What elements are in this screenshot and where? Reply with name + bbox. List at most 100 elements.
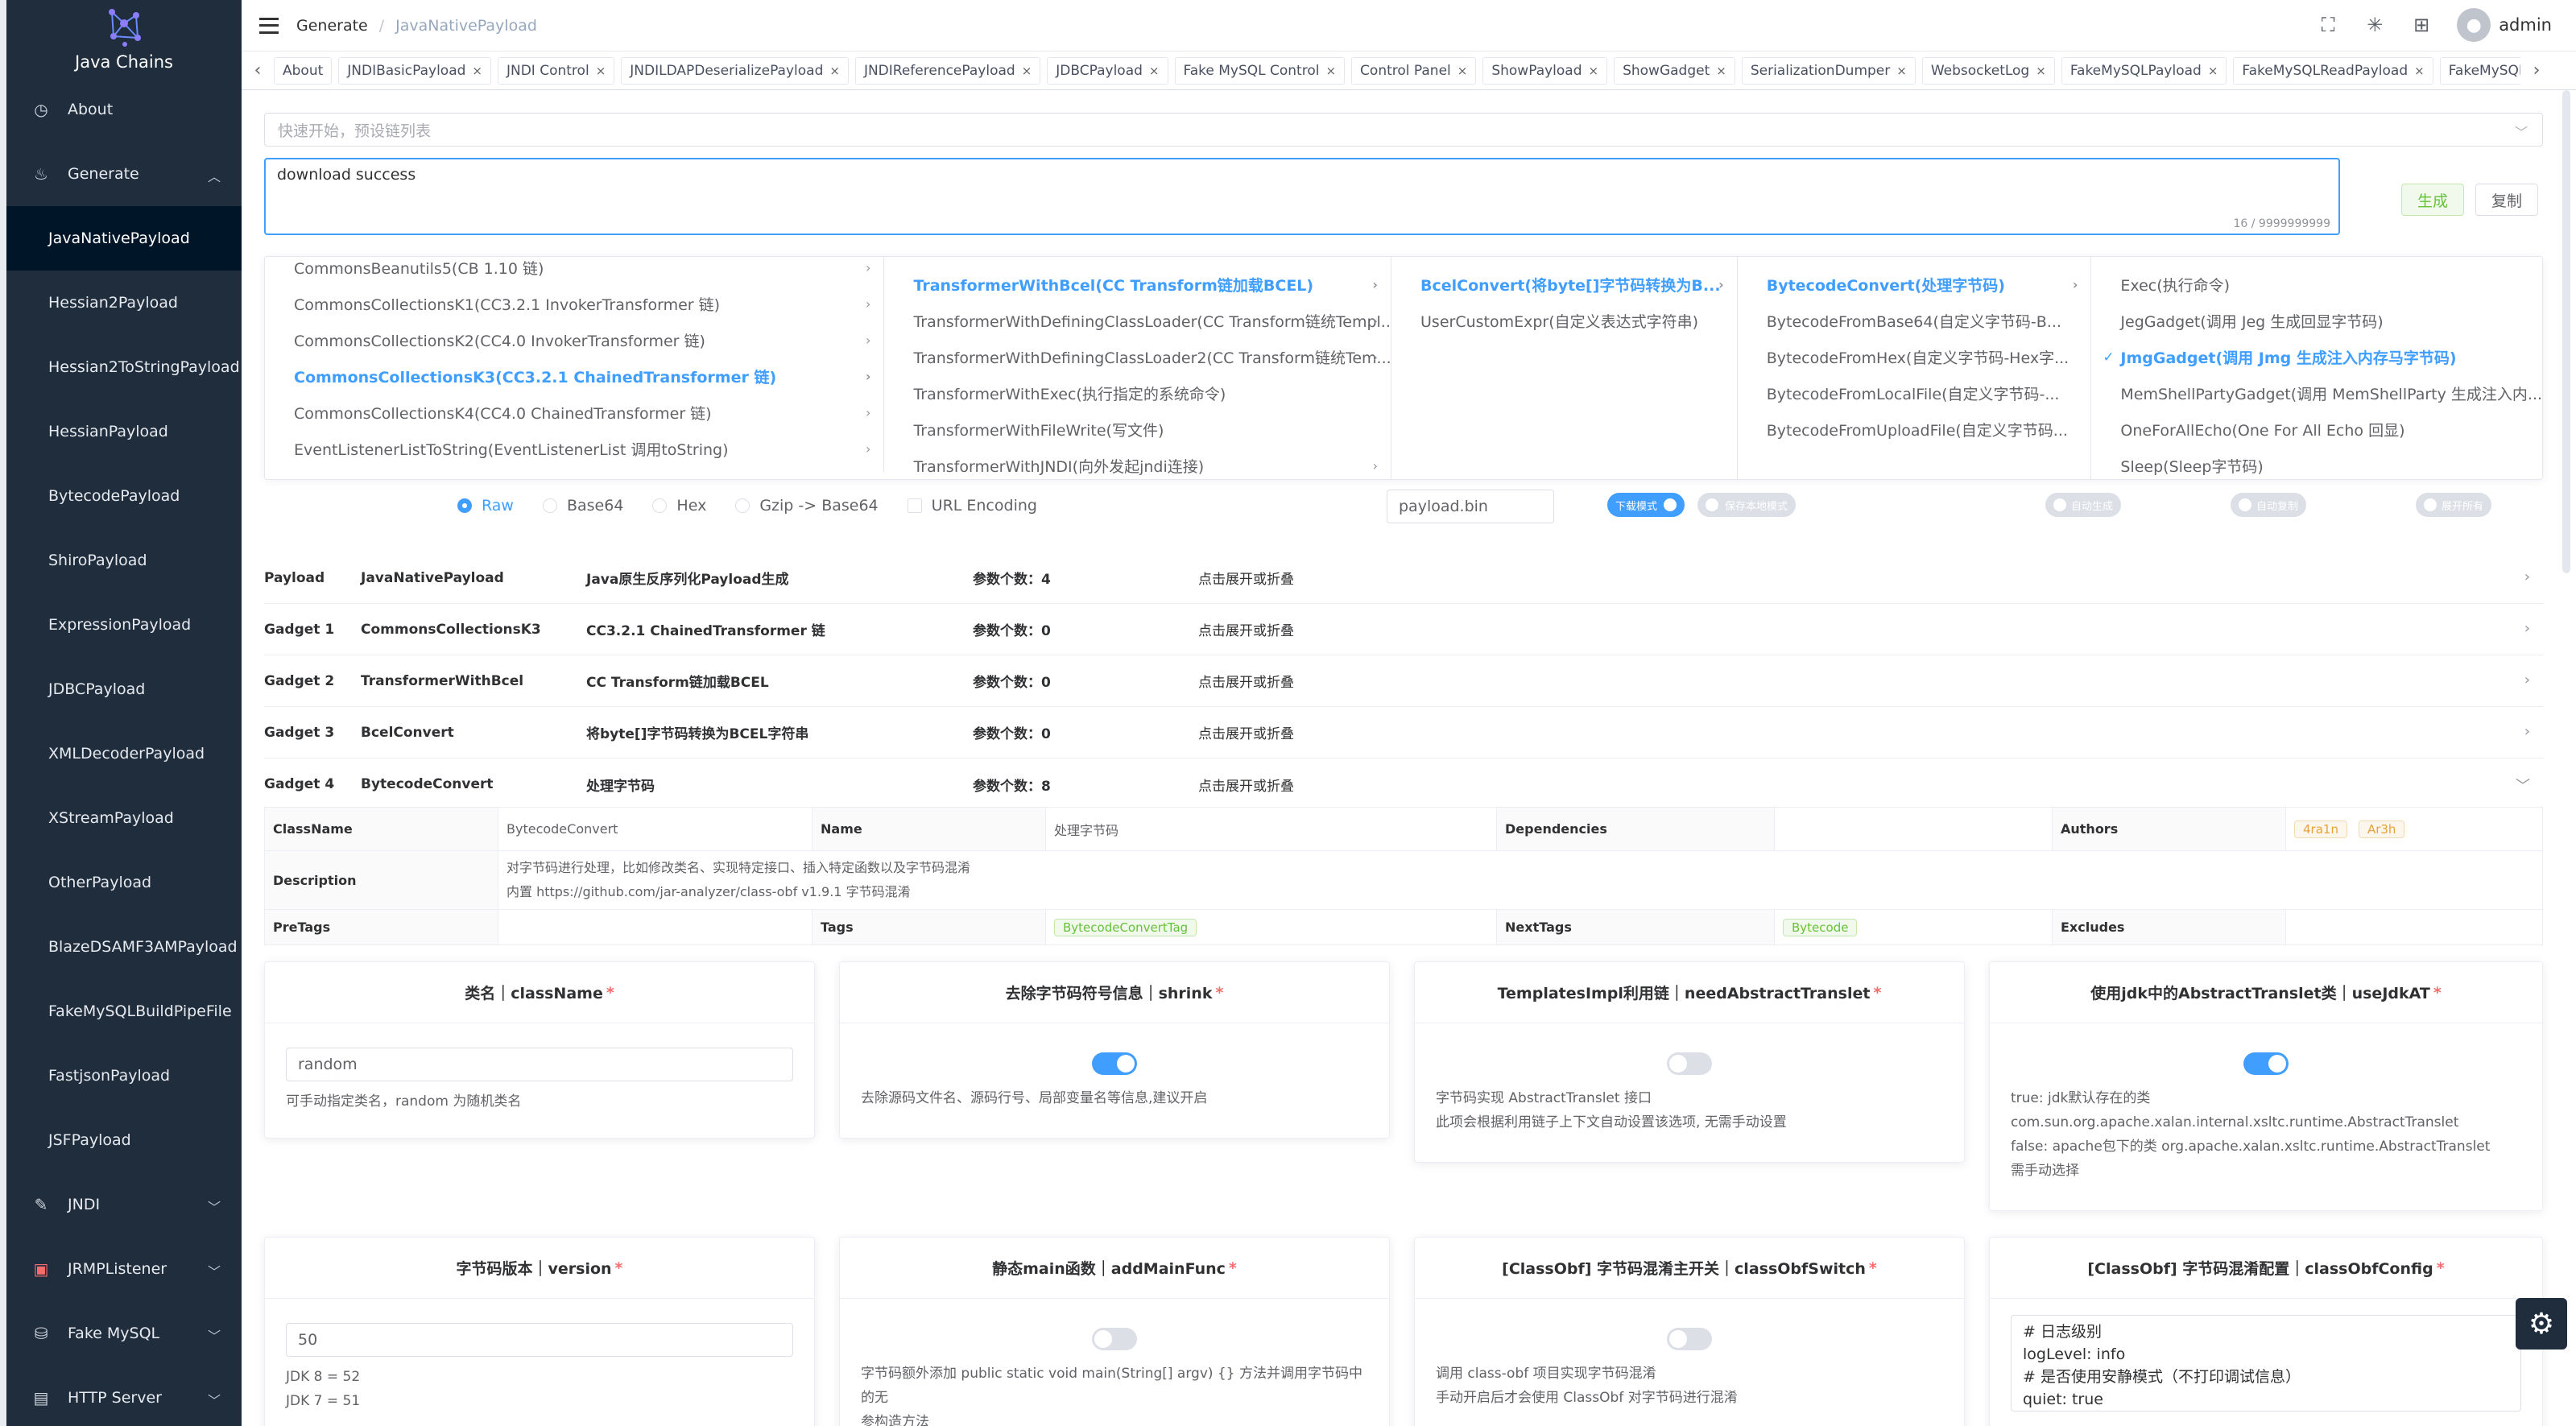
radio-raw[interactable]: Raw (457, 497, 514, 515)
close-icon[interactable]: × (829, 64, 840, 78)
cascader-option-selected[interactable]: TransformerWithBcel(CC Transform链加载BCEL)… (884, 267, 1391, 303)
cascader-option[interactable]: TransformerWithExec(执行指定的系统命令) (884, 375, 1391, 411)
cascader-option-selected[interactable]: ✓ JmgGadget(调用 Jmg 生成注入内存马字节码) (2091, 339, 2542, 375)
cascader-option[interactable]: Sleep(Sleep字节码) (2091, 448, 2542, 479)
cascader-option[interactable]: BytecodeFromLocalFile(自定义字节码-... (1738, 375, 2091, 411)
sidebar-sub-item[interactable]: JDBCPayload (6, 657, 242, 721)
sidebar-sub-item[interactable]: JavaNativePayload (6, 206, 242, 271)
sidebar-sub-item[interactable]: XStreamPayload (6, 786, 242, 850)
preset-select[interactable]: 快速开始，预设链列表 ﹀ (264, 113, 2543, 147)
sidebar-sub-item[interactable]: FastjsonPayload (6, 1044, 242, 1108)
shrink-switch[interactable] (1092, 1052, 1137, 1075)
page-scrollbar[interactable] (2562, 90, 2570, 573)
file-name-input[interactable]: payload.bin (1387, 490, 1554, 523)
tab-showpayload[interactable]: ShowPayload × (1482, 56, 1608, 85)
close-icon[interactable]: × (2036, 64, 2046, 78)
sidebar-sub-item[interactable]: JSFPayload (6, 1108, 242, 1172)
auto-generate-switch[interactable]: 自动生成 (2045, 493, 2122, 517)
tab-showgadget[interactable]: ShowGadget × (1614, 56, 1735, 85)
tab-fakemysqlshpayload[interactable]: FakeMySQLSHPayload× (2439, 56, 2520, 85)
grid-icon[interactable]: ⊞ (2410, 14, 2433, 36)
sidebar-item-generate[interactable]: ♨ Generate ︿ (6, 142, 242, 206)
chevron-left-icon[interactable]: ‹ (242, 60, 274, 81)
settings-gear-icon[interactable]: ⚙ (2516, 1298, 2567, 1350)
output-textarea[interactable]: download success 16 / 9999999999 (264, 158, 2340, 235)
abstract-translet-switch[interactable] (1667, 1052, 1712, 1075)
sidebar-sub-item[interactable]: OtherPayload (6, 850, 242, 915)
close-icon[interactable]: × (2208, 64, 2218, 78)
cascader-option[interactable]: Exec(执行命令) (2091, 267, 2542, 303)
breadcrumb-level1[interactable]: Generate (296, 17, 368, 35)
gadget-row-1[interactable]: Gadget 1 CommonsCollectionsK3 CC3.2.1 Chai… (264, 604, 2543, 655)
close-icon[interactable]: × (596, 64, 606, 78)
cascader-option[interactable]: CommonsBeanutils5(CB 1.10 链) › (265, 257, 883, 286)
sidebar-sub-item[interactable]: ExpressionPayload (6, 593, 242, 657)
sidebar-sub-item[interactable]: XMLDecoderPayload (6, 721, 242, 786)
sidebar-sub-item[interactable]: HessianPayload (6, 399, 242, 464)
cascader-option[interactable]: TransformerWithJNDI(向外发起jndi连接) › (884, 448, 1391, 479)
sidebar-sub-item[interactable]: FakeMySQLBuildPipeFile (6, 979, 242, 1044)
auto-copy-switch[interactable]: 自动复制 (2231, 493, 2307, 517)
cascader-option[interactable]: JegGadget(调用 Jeg 生成回显字节码) (2091, 303, 2542, 339)
sidebar-item-fakemysql[interactable]: ⛁ Fake MySQL ﹀ (6, 1301, 242, 1366)
radio-hex[interactable]: Hex (652, 497, 706, 515)
close-icon[interactable]: × (1716, 64, 1726, 78)
copy-button[interactable]: 复制 (2475, 184, 2538, 216)
cascader-option[interactable]: CommonsCollectionsK2(CC4.0 InvokerTransf… (265, 322, 883, 358)
tab-jndireferencepayload[interactable]: JNDIReferencePayload × (854, 56, 1041, 85)
tab-jndibasicpayload[interactable]: JNDIBasicPayload × (338, 56, 491, 85)
expand-all-switch[interactable]: 展开所有 (2416, 493, 2492, 517)
close-icon[interactable]: × (1458, 64, 1468, 78)
avatar[interactable]: ● (2457, 8, 2491, 42)
chevron-right-icon[interactable]: › (2520, 60, 2553, 81)
cascader-option[interactable]: MemShellPartyGadget(调用 MemShellParty 生成注… (2091, 375, 2542, 411)
cascader-option[interactable]: BytecodeFromUploadFile(自定义字节码... (1738, 411, 2091, 448)
fullscreen-icon[interactable]: ⛶ (2317, 14, 2339, 36)
close-icon[interactable]: × (1149, 64, 1160, 78)
close-icon[interactable]: × (1325, 64, 1336, 78)
username[interactable]: admin (2499, 15, 2552, 35)
use-jdk-at-switch[interactable] (2243, 1052, 2289, 1075)
gadget-row-4[interactable]: Gadget 4 BytecodeConvert 处理字节码 参数个数：8 点击展开或折… (264, 758, 2543, 810)
tab-serializationdumper[interactable]: SerializationDumper × (1741, 56, 1916, 85)
cascader-option-selected[interactable]: CommonsCollectionsK3(CC3.2.1 ChainedTran… (265, 358, 883, 395)
version-input[interactable]: 50 (286, 1323, 793, 1357)
cascader-option-selected[interactable]: BytecodeConvert(处理字节码) › (1738, 267, 2091, 303)
tab-control-panel[interactable]: Control Panel × (1351, 56, 1477, 85)
sidebar-item-jrmp[interactable]: ▣ JRMPListener ﹀ (6, 1237, 242, 1301)
cascader-option[interactable]: TransformerWithDefiningClassLoader(CC Tr… (884, 303, 1391, 339)
hamburger-icon[interactable] (259, 17, 279, 34)
sidebar-item-http[interactable]: ▤ HTTP Server ﹀ (6, 1366, 242, 1426)
cascader-option[interactable]: BytecodeFromHex(自定义字节码-Hex字... (1738, 339, 2091, 375)
sidebar-item-about[interactable]: ◷ About (6, 77, 242, 142)
tab-jdbcpayload[interactable]: JDBCPayload × (1047, 56, 1168, 85)
tab-jndildapdeserializepayload[interactable]: JNDILDAPDeserializePayload × (621, 56, 849, 85)
tab-jndi-control[interactable]: JNDI Control × (497, 56, 615, 85)
close-icon[interactable]: × (1896, 64, 1907, 78)
sidebar-sub-item[interactable]: BytecodePayload (6, 464, 242, 528)
radio-base64[interactable]: Base64 (542, 497, 623, 515)
cascader-option[interactable]: TransformerWithFileWrite(写文件) (884, 411, 1391, 448)
obf-switch[interactable] (1667, 1328, 1712, 1350)
local-mode-switch[interactable]: 保存本地模式 (1697, 493, 1797, 517)
sidebar-item-jndi[interactable]: ✎ JNDI ﹀ (6, 1172, 242, 1237)
close-icon[interactable]: × (1589, 64, 1599, 78)
gadget-row-2[interactable]: Gadget 2 TransformerWithBcel CC Transform链… (264, 655, 2543, 707)
sidebar-sub-item[interactable]: ShiroPayload (6, 528, 242, 593)
download-mode-switch[interactable]: 下载模式 (1607, 493, 1685, 517)
obf-config-editor[interactable]: # 日志级别 logLevel: info # 是否使用安静模式（不打印调试信息… (2011, 1315, 2521, 1412)
tab-about[interactable]: About (274, 56, 333, 85)
generate-button[interactable]: 生成 (2401, 184, 2464, 216)
gadget-row-payload[interactable]: Payload JavaNativePayload Java原生反序列化Payloa… (264, 552, 2543, 604)
cascader-option[interactable]: EventListenerListToString(EventListenerL… (265, 431, 883, 467)
cascader-option[interactable]: CommonsCollectionsK1(CC3.2.1 InvokerTran… (265, 286, 883, 322)
tab-fakemysqlpayload[interactable]: FakeMySQLPayload × (2061, 56, 2227, 85)
tab-websocketlog[interactable]: WebsocketLog × (1921, 56, 2055, 85)
cascader-option[interactable]: OneForAllEcho(One For All Echo 回显) (2091, 411, 2542, 448)
cascader-option[interactable]: CommonsCollectionsK4(CC4.0 ChainedTransf… (265, 395, 883, 431)
cascader-option-selected[interactable]: BcelConvert(将byte[]字节码转换为B... › (1391, 267, 1737, 303)
tab-fake-mysql-control[interactable]: Fake MySQL Control × (1174, 56, 1346, 85)
cascader-option[interactable]: TransformerWithDefiningClassLoader2(CC T… (884, 339, 1391, 375)
checkbox-url-encoding[interactable]: URL Encoding (907, 497, 1037, 515)
loading-icon[interactable]: ✳ (2363, 14, 2386, 36)
